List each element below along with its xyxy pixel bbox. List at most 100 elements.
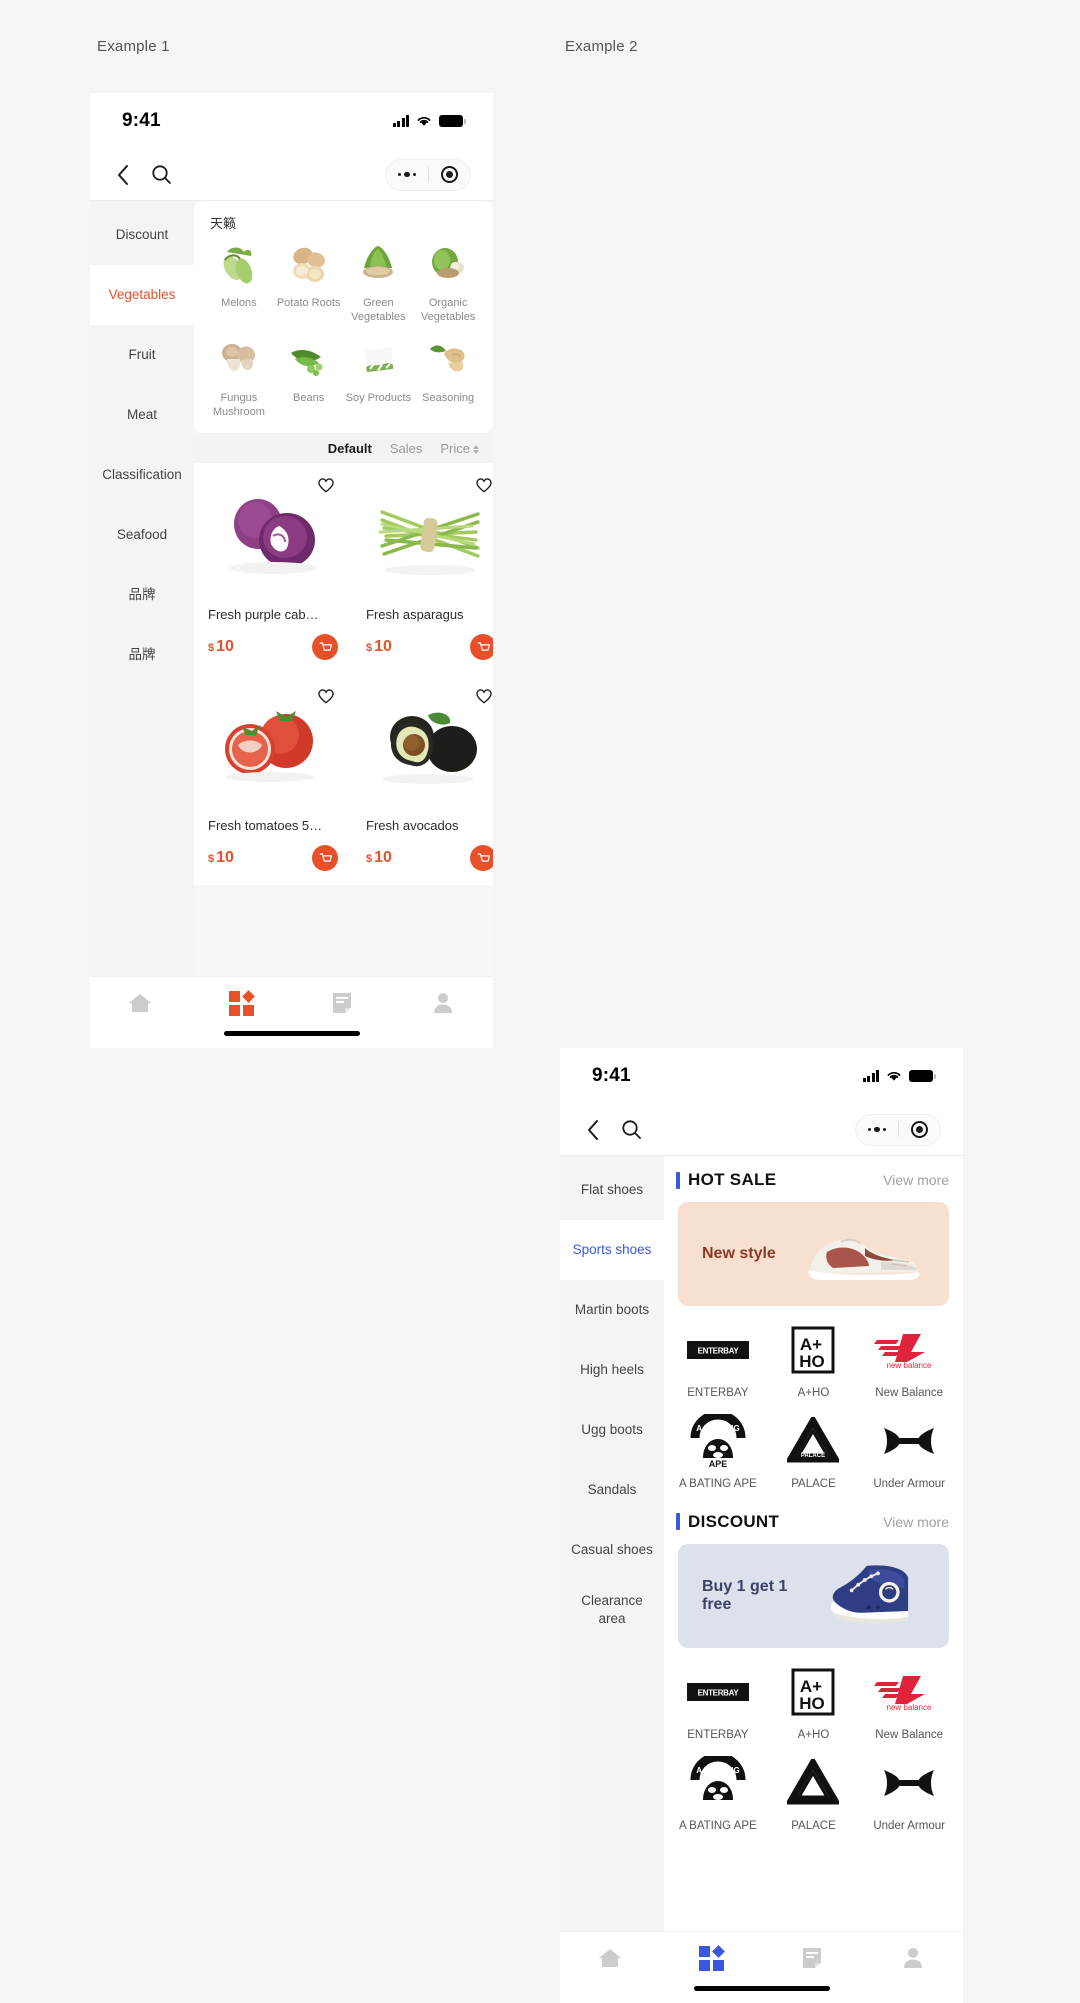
view-more-link-discount[interactable]: View more	[883, 1514, 949, 1530]
search-icon[interactable]	[151, 164, 172, 185]
category-grid-icon	[698, 1945, 725, 1971]
example-1-wrapper: Example 1	[97, 38, 170, 55]
category-label: Potato Roots	[276, 297, 341, 309]
soy-products-thumb	[352, 333, 404, 385]
category-panel-title: 天籁	[210, 216, 237, 231]
brand-cell-a-bathing-ape[interactable]: A BATHING A BATING APE	[670, 1755, 766, 1834]
heart-outline-icon[interactable]	[316, 686, 336, 706]
brand-cell-under-armour[interactable]: Under Armour	[861, 1755, 957, 1834]
price-value: 10	[216, 849, 234, 867]
back-chevron-icon[interactable]	[116, 164, 131, 186]
heart-outline-icon[interactable]	[474, 686, 493, 706]
sidebar-item-sports-shoes[interactable]: Sports shoes	[560, 1220, 664, 1280]
sidebar-item-brand-1[interactable]: 品牌	[90, 565, 194, 625]
brand-cell-new-balance[interactable]: new balance New Balance	[861, 1664, 957, 1743]
brand-name: ENTERBAY	[687, 1728, 749, 1741]
status-bar: 9:41	[560, 1048, 963, 1104]
brand-name: A BATING APE	[678, 1819, 757, 1832]
view-more-link-hot-sale[interactable]: View more	[883, 1172, 949, 1188]
tab-home[interactable]	[560, 1946, 661, 1970]
svg-text:new balance: new balance	[887, 1361, 932, 1370]
sidebar-item-discount[interactable]: Discount	[90, 205, 194, 265]
product-price: $10	[366, 638, 392, 656]
more-menu-button[interactable]	[856, 1126, 898, 1133]
category-label: Soy Products	[345, 391, 412, 404]
product-card[interactable]: Fresh avocados $10	[352, 674, 493, 886]
category-cell-beans[interactable]: Beans	[274, 333, 344, 420]
sort-option-default[interactable]: Default	[328, 441, 372, 456]
sidebar-item-martin-boots[interactable]: Martin boots	[560, 1280, 664, 1340]
brand-cell-a-bathing-ape[interactable]: A BATHING APE A BATING APE	[670, 1413, 766, 1492]
sort-option-sales[interactable]: Sales	[390, 441, 423, 456]
add-to-cart-button[interactable]	[312, 845, 338, 872]
sidebar-item-classification[interactable]: Classification	[90, 445, 194, 505]
heart-outline-icon[interactable]	[474, 475, 493, 495]
close-miniprogram-button[interactable]	[899, 1121, 941, 1138]
sidebar-item-brand-2[interactable]: 品牌	[90, 625, 194, 685]
tab-category[interactable]	[191, 990, 292, 1016]
brand-name: Under Armour	[873, 1819, 945, 1832]
price-value: 10	[216, 638, 234, 656]
add-to-cart-button[interactable]	[470, 634, 493, 661]
tab-orders[interactable]	[292, 991, 393, 1015]
search-icon[interactable]	[621, 1119, 642, 1140]
brand-cell-a-plus-ho[interactable]: A+ HO A+HO	[766, 1322, 862, 1401]
sidebar-item-flat-shoes[interactable]: Flat shoes	[560, 1160, 664, 1220]
brand-cell-enterbay[interactable]: ENTERBAY ENTERBAY	[670, 1664, 766, 1743]
main-panel-example-2: HOT SALE View more New style ENTERBAY EN…	[664, 1156, 963, 1931]
brand-cell-palace[interactable]: PALACE PALACE	[766, 1413, 862, 1492]
brand-name: A BATING APE	[678, 1477, 757, 1490]
brand-cell-enterbay[interactable]: ENTERBAY ENTERBAY	[670, 1322, 766, 1401]
sidebar-item-seafood[interactable]: Seafood	[90, 505, 194, 565]
brand-cell-palace[interactable]: PALACE	[766, 1755, 862, 1834]
miniprogram-capsule	[385, 158, 471, 191]
close-miniprogram-button[interactable]	[429, 166, 471, 183]
sort-option-price[interactable]: Price	[440, 441, 479, 456]
tab-profile[interactable]	[392, 991, 493, 1015]
main-panel-example-1: 天籁 Melons Potato Roots Green Vegetables …	[194, 201, 493, 976]
category-cell-melons[interactable]: Melons	[204, 238, 274, 325]
under-armour-logo	[880, 1413, 938, 1469]
sidebar-item-ugg-boots[interactable]: Ugg boots	[560, 1400, 664, 1460]
sidebar-item-meat[interactable]: Meat	[90, 385, 194, 445]
brand-cell-under-armour[interactable]: Under Armour	[861, 1413, 957, 1492]
sidebar-item-sandals[interactable]: Sandals	[560, 1460, 664, 1520]
sort-option-price-label: Price	[440, 440, 470, 456]
sidebar-item-high-heels[interactable]: High heels	[560, 1340, 664, 1400]
promo-banner-hot-sale[interactable]: New style	[678, 1202, 949, 1306]
category-cell-potato-roots[interactable]: Potato Roots	[274, 238, 344, 325]
category-cell-organic-vegetables[interactable]: Organic Vegetables	[413, 238, 483, 325]
category-grid: Melons Potato Roots Green Vegetables Org…	[204, 238, 483, 419]
sidebar-item-clearance-area[interactable]: Clearance area	[560, 1580, 664, 1640]
sidebar-item-vegetables[interactable]: Vegetables	[90, 265, 194, 325]
sidebar-item-casual-shoes[interactable]: Casual shoes	[560, 1520, 664, 1580]
product-card[interactable]: Fresh purple cab… $10	[194, 463, 352, 675]
brand-cell-a-plus-ho[interactable]: A+ HO A+HO	[766, 1664, 862, 1743]
category-grid-icon	[228, 990, 255, 1016]
heart-outline-icon[interactable]	[316, 475, 336, 495]
product-name: Fresh avocados	[366, 818, 459, 834]
category-cell-green-vegetables[interactable]: Green Vegetables	[344, 238, 414, 325]
price-value: 10	[374, 849, 392, 867]
a-plus-ho-logo: A+ HO	[787, 1322, 839, 1378]
back-chevron-icon[interactable]	[586, 1119, 601, 1141]
category-cell-seasoning[interactable]: Seasoning	[413, 333, 483, 420]
category-cell-soy-products[interactable]: Soy Products	[344, 333, 414, 420]
tab-orders[interactable]	[762, 1946, 863, 1970]
brand-cell-new-balance[interactable]: new balance New Balance	[861, 1322, 957, 1401]
product-card[interactable]: Fresh tomatoes 5… $10	[194, 674, 352, 886]
add-to-cart-button[interactable]	[470, 845, 493, 872]
more-menu-button[interactable]	[386, 171, 428, 178]
category-sidebar-example-2: Flat shoes Sports shoes Martin boots Hig…	[560, 1156, 664, 1931]
category-cell-fungus-mushroom[interactable]: Fungus Mushroom	[204, 333, 274, 420]
promo-banner-discount[interactable]: Buy 1 get 1 free	[678, 1543, 949, 1648]
add-to-cart-button[interactable]	[312, 634, 338, 661]
sidebar-item-fruit[interactable]: Fruit	[90, 325, 194, 385]
category-label: Beans	[293, 391, 325, 404]
tab-category[interactable]	[661, 1945, 762, 1971]
product-card[interactable]: Fresh asparagus $10	[352, 463, 493, 675]
avocado-image	[366, 684, 493, 812]
under-armour-logo	[880, 1755, 938, 1811]
tab-profile[interactable]	[862, 1946, 963, 1970]
tab-home[interactable]	[90, 991, 191, 1015]
